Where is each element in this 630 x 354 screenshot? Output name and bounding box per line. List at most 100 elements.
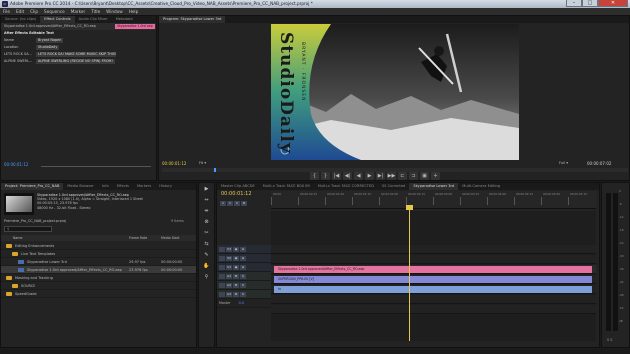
menu-marker[interactable]: Marker — [68, 9, 88, 14]
track-header-v1[interactable]: V1 ◉ ⊡ — [217, 263, 271, 272]
menu-edit[interactable]: Edit — [13, 9, 27, 14]
track-label[interactable]: V3 — [226, 246, 232, 252]
menu-window[interactable]: Window — [103, 9, 126, 14]
track-area[interactable]: Skyparadise 1.0rd approved/Affter_Effect… — [271, 211, 596, 341]
effect-param-field[interactable]: ALPINE SWERLING (RECIDE NO SPIN) FROM! — [36, 59, 115, 64]
track-label[interactable]: A3 — [226, 291, 232, 297]
mark-in-button[interactable]: { — [310, 172, 319, 180]
solo-icon[interactable]: S — [240, 273, 246, 279]
insert-button[interactable]: ⊏ — [398, 172, 407, 180]
step-forward-button[interactable]: ▶| — [376, 172, 385, 180]
timeline-tab-4[interactable]: Skyparadise Lower 3rd — [409, 183, 459, 190]
premiere-app-icon[interactable]: Pr — [2, 1, 8, 7]
ripple-edit-tool-icon[interactable]: ⇹ — [202, 206, 212, 216]
timeline-clip[interactable]: SUPERGUN_PP6.00 [V] — [274, 276, 592, 283]
master-volume-value[interactable]: 0.0 — [239, 301, 244, 305]
project-item-row[interactable]: Skyparadise Lower 3rd 29.97 fps 00:00:00:0… — [1, 258, 196, 266]
eye-icon[interactable]: ◉ — [233, 264, 239, 270]
project-tab-0[interactable]: Project: Premiere_Pro_CC_NAB — [1, 183, 64, 190]
lock-icon[interactable]: ⊡ — [240, 255, 246, 261]
lock-icon[interactable]: ⊡ — [240, 246, 246, 252]
source-tab-1[interactable]: Effect Controls — [40, 16, 75, 23]
timeline-tab-0[interactable]: Master Clip ABCDE — [217, 183, 259, 190]
pen-tool-icon[interactable]: ✎ — [202, 250, 212, 260]
source-tab-3[interactable]: Metadata — [112, 16, 137, 23]
hand-tool-icon[interactable]: ✋ — [202, 261, 212, 271]
meter-solo-buttons[interactable]: S S — [607, 338, 612, 342]
eye-icon[interactable]: ◉ — [233, 246, 239, 252]
fit-dropdown[interactable]: Fit ▾ — [199, 161, 206, 165]
project-tab-2[interactable]: Info — [98, 183, 113, 190]
track-target-toggle[interactable] — [219, 246, 225, 252]
timeline-tab-3[interactable]: SS Corrected — [378, 183, 409, 190]
menu-title[interactable]: Title — [88, 9, 103, 14]
overwrite-button[interactable]: ⊐ — [409, 172, 418, 180]
go-to-in-button[interactable]: |◀ — [332, 172, 341, 180]
maximize-button[interactable]: □ — [582, 0, 598, 7]
timeline-timecode[interactable]: 00:00:01:12 — [221, 191, 252, 197]
column-frame-rate[interactable]: Frame Rate — [129, 235, 147, 241]
mute-icon[interactable]: M — [233, 291, 239, 297]
track-lane[interactable] — [271, 305, 596, 314]
play-button[interactable]: ▶ — [365, 172, 374, 180]
timeline-ruler[interactable]: 00:00 00:00:00:15 00:00:01:00 00:00:01:15 00… — [271, 191, 596, 209]
project-item-row[interactable]: Masking and Tracking — [1, 274, 196, 282]
eye-icon[interactable]: ◉ — [233, 255, 239, 261]
effect-param-field[interactable]: LETS ROCK SA! MAKE SOME MUSIC SKIP THIS! — [36, 52, 116, 57]
menu-clip[interactable]: Clip — [27, 9, 41, 14]
project-item-row[interactable]: Editing Enhancements — [1, 242, 196, 250]
menu-file[interactable]: File — [0, 9, 13, 14]
track-label[interactable]: A2 — [226, 282, 232, 288]
timeline-playhead-handle[interactable] — [406, 205, 413, 210]
track-lane[interactable] — [271, 255, 596, 264]
mute-icon[interactable]: M — [233, 282, 239, 288]
step-back-button[interactable]: ◀| — [343, 172, 352, 180]
timeline-playhead-line[interactable] — [409, 207, 410, 341]
track-header-v2[interactable]: V2 ◉ ⊡ — [217, 254, 271, 263]
project-item-row[interactable]: Skyparadise 1.0rd approved/Affter_Effect… — [1, 266, 196, 274]
source-timecode[interactable]: 00:00:01:12 — [4, 162, 28, 167]
timeline-settings-icon[interactable]: ⚙ — [241, 200, 247, 206]
project-tab-4[interactable]: Markers — [133, 183, 155, 190]
selection-tool-icon[interactable]: ▶ — [202, 184, 212, 194]
source-tab-2[interactable]: Audio Clip Mixer — [75, 16, 112, 23]
minimize-button[interactable]: – — [566, 0, 582, 7]
column-name[interactable]: Name — [13, 235, 22, 241]
close-button[interactable]: ✕ — [598, 0, 628, 7]
rate-stretch-tool-icon[interactable]: ⊗ — [202, 217, 212, 227]
track-target-toggle[interactable] — [219, 255, 225, 261]
add-marker-icon[interactable]: ▾ — [234, 200, 240, 206]
zoom-tool-icon[interactable]: ⚲ — [202, 272, 212, 282]
track-target-toggle[interactable] — [219, 291, 225, 297]
project-tab-3[interactable]: Effects — [113, 183, 133, 190]
track-header-a1[interactable]: A1 M S — [217, 272, 271, 281]
razor-tool-icon[interactable]: ✂ — [202, 228, 212, 238]
clip-chip[interactable]: Skyparadise 1.0rd aep — [115, 24, 155, 29]
track-label[interactable]: A1 — [226, 273, 232, 279]
linked-selection-icon[interactable]: ⊂ — [227, 200, 233, 206]
track-header-v3[interactable]: V3 ◉ ⊡ — [217, 245, 271, 254]
export-frame-button[interactable]: ▣ — [420, 172, 429, 180]
clip-thumbnail[interactable] — [4, 193, 34, 215]
timeline-tab-5[interactable]: Multi-Camera Editing — [458, 183, 504, 190]
track-target-toggle[interactable] — [219, 264, 225, 270]
track-header-a3[interactable]: A3 M S — [217, 290, 271, 299]
project-item-row[interactable]: Live Text Templates — [1, 250, 196, 258]
go-to-out-button[interactable]: ▶▶ — [387, 172, 396, 180]
program-video-frame[interactable]: StudioDaily BRYANT · FRONSEN — [271, 24, 519, 160]
snap-icon[interactable]: ∩ — [220, 200, 226, 206]
track-select-tool-icon[interactable]: ⇔ — [202, 195, 212, 205]
project-tab-5[interactable]: History — [155, 183, 176, 190]
track-header-master[interactable]: Master 0.0 — [217, 299, 271, 308]
lock-icon[interactable]: ⊡ — [240, 264, 246, 270]
program-playhead[interactable] — [214, 168, 216, 172]
track-lane[interactable] — [271, 245, 596, 254]
project-item-row[interactable]: SpeedGrade — [1, 290, 196, 298]
project-search-input[interactable]: ⚲ — [4, 226, 52, 232]
effect-param-field[interactable]: Bryant Nopen — [36, 38, 64, 43]
track-target-toggle[interactable] — [219, 273, 225, 279]
step-back-frame-button[interactable]: ◀ — [354, 172, 363, 180]
track-target-toggle[interactable] — [219, 282, 225, 288]
track-label[interactable]: V1 — [226, 264, 232, 270]
track-lane[interactable] — [271, 295, 596, 304]
